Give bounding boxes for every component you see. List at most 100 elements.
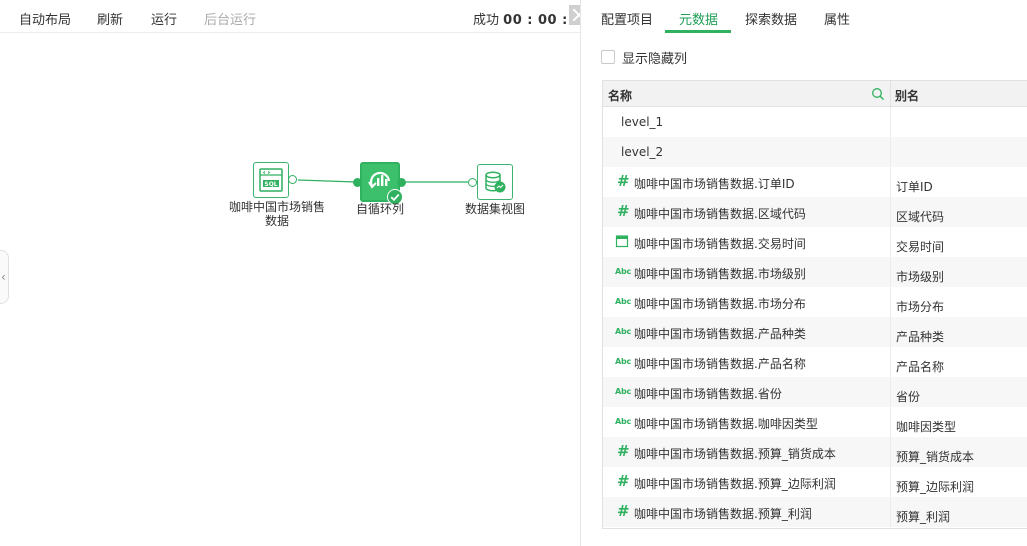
field-alias[interactable]: 省份 (896, 388, 920, 405)
table-row[interactable]: Abc 咖啡中国市场销售数据.产品名称 产品名称 (603, 347, 1027, 377)
tab-explore-data[interactable]: 探索数据 (745, 9, 797, 28)
field-alias[interactable]: 预算_销货成本 (896, 448, 974, 465)
field-alias[interactable]: 交易时间 (896, 238, 944, 255)
flow-canvas[interactable]: ‹ SQL 咖啡中国市场销售 数据 自循环列 数据集视图 (0, 34, 580, 546)
column-divider (890, 137, 891, 167)
text-type-icon: Abc (615, 417, 632, 426)
number-type-icon: # (617, 202, 630, 220)
field-name: 咖啡中国市场销售数据.咖啡因类型 (634, 417, 818, 431)
number-type-icon: # (617, 502, 630, 520)
field-name: 咖啡中国市场销售数据.市场级别 (634, 267, 806, 281)
tab-metadata[interactable]: 元数据 (679, 9, 718, 28)
properties-panel: 配置项目 元数据 探索数据 属性 显示隐藏列 名称 别名 level_1 leve… (580, 0, 1027, 546)
show-hidden-label: 显示隐藏列 (622, 51, 688, 67)
background-run-button[interactable]: 后台运行 (204, 9, 256, 28)
field-name: 咖啡中国市场销售数据.预算_销货成本 (634, 447, 836, 461)
field-alias[interactable]: 市场级别 (896, 268, 944, 285)
column-divider (890, 317, 891, 347)
table-row[interactable]: Abc 咖啡中国市场销售数据.省份 省份 (603, 377, 1027, 407)
sql-source-node[interactable]: SQL (253, 162, 289, 198)
table-row[interactable]: # 咖啡中国市场销售数据.区域代码 区域代码 (603, 197, 1027, 227)
table-row[interactable]: # 咖啡中国市场销售数据.预算_边际利润 预算_边际利润 (603, 467, 1027, 497)
text-type-icon: Abc (615, 267, 632, 276)
text-type-icon: Abc (615, 387, 632, 396)
svg-text:SQL: SQL (264, 181, 277, 188)
run-button[interactable]: 运行 (151, 9, 177, 28)
column-divider (890, 377, 891, 407)
view-node-label-line1: 数据集视图 (464, 202, 525, 216)
table-row[interactable]: level_1 (603, 107, 1027, 137)
flow-toolbar: 自动布局 刷新 运行 后台运行 成功 00 : 00 : 00 (0, 0, 591, 33)
field-name: 咖啡中国市场销售数据.订单ID (634, 177, 795, 191)
view-node-input-port[interactable] (468, 178, 477, 187)
field-alias[interactable]: 预算_边际利润 (896, 478, 974, 495)
edge-source-to-loop (297, 179, 357, 183)
field-name: 咖啡中国市场销售数据.市场分布 (634, 297, 806, 311)
field-name: 咖啡中国市场销售数据.省份 (634, 387, 782, 401)
table-row[interactable]: # 咖啡中国市场销售数据.预算_销货成本 预算_销货成本 (603, 437, 1027, 467)
sql-node-output-port[interactable] (288, 175, 297, 184)
column-divider (890, 227, 891, 257)
field-name: level_2 (621, 145, 664, 159)
dataset-view-icon (485, 171, 506, 193)
tab-properties[interactable]: 属性 (824, 9, 850, 28)
self-loop-node[interactable] (360, 162, 403, 205)
table-row[interactable]: Abc 咖啡中国市场销售数据.市场分布 市场分布 (603, 287, 1027, 317)
loop-node-input-port[interactable] (353, 178, 362, 187)
field-name: 咖啡中国市场销售数据.区域代码 (634, 207, 806, 221)
sql-icon: SQL (259, 168, 283, 192)
search-icon[interactable] (871, 87, 885, 101)
table-row[interactable]: 咖啡中国市场销售数据.交易时间 交易时间 (603, 227, 1027, 257)
field-alias[interactable]: 市场分布 (896, 298, 944, 315)
active-tab-indicator (665, 30, 731, 33)
field-alias[interactable]: 产品种类 (896, 328, 944, 345)
sql-node-label-line1: 咖啡中国市场销售 (228, 200, 325, 214)
column-divider (890, 107, 891, 137)
field-alias[interactable]: 区域代码 (896, 208, 944, 225)
field-name: 咖啡中国市场销售数据.预算_利润 (634, 507, 812, 521)
table-row[interactable]: Abc 咖啡中国市场销售数据.咖啡因类型 咖啡因类型 (603, 407, 1027, 437)
table-body: level_1 level_2 # 咖啡中国市场销售数据.订单ID 订单ID # 咖啡中国市… (603, 107, 1027, 527)
table-row[interactable]: Abc 咖啡中国市场销售数据.市场级别 市场级别 (603, 257, 1027, 287)
table-row[interactable]: level_2 (603, 137, 1027, 167)
show-hidden-columns-toggle[interactable]: 显示隐藏列 (601, 49, 688, 67)
refresh-button[interactable]: 刷新 (97, 9, 123, 28)
loop-node-output-port[interactable] (397, 178, 406, 187)
metadata-table: 名称 别名 level_1 level_2 # 咖啡中国市场销售数据.订单ID 订单ID… (602, 80, 1027, 529)
field-alias[interactable]: 预算_利润 (896, 508, 950, 525)
date-type-icon (615, 234, 631, 250)
column-header-name: 名称 (608, 89, 633, 103)
table-row[interactable]: Abc 咖啡中国市场销售数据.产品种类 产品种类 (603, 317, 1027, 347)
table-row[interactable]: # 咖啡中国市场销售数据.预算_利润 预算_利润 (603, 497, 1027, 527)
sql-node-label: 咖啡中国市场销售 数据 (224, 200, 330, 228)
number-type-icon: # (617, 472, 630, 490)
auto-layout-button[interactable]: 自动布局 (19, 9, 71, 28)
column-divider (890, 167, 891, 197)
field-name: 咖啡中国市场销售数据.产品种类 (634, 327, 806, 341)
field-name: level_1 (621, 115, 664, 129)
tab-config[interactable]: 配置项目 (601, 9, 653, 28)
panel-tabs: 配置项目 元数据 探索数据 属性 (581, 0, 1027, 33)
table-row[interactable]: # 咖啡中国市场销售数据.订单ID 订单ID (603, 167, 1027, 197)
sql-node-label-line2: 数据 (264, 214, 289, 228)
field-alias[interactable]: 产品名称 (896, 358, 944, 375)
field-alias[interactable]: 咖啡因类型 (896, 418, 956, 435)
field-name: 咖啡中国市场销售数据.预算_边际利润 (634, 477, 836, 491)
column-divider (890, 467, 891, 497)
view-node-label: 数据集视图 (450, 202, 540, 216)
column-divider (890, 257, 891, 287)
loop-node-label-line1: 自循环列 (355, 202, 404, 216)
status-label: 成功 (473, 13, 500, 28)
field-alias[interactable]: 订单ID (896, 178, 933, 195)
text-type-icon: Abc (615, 357, 632, 366)
column-divider (890, 347, 891, 377)
column-divider (890, 497, 891, 527)
field-name: 咖啡中国市场销售数据.交易时间 (634, 237, 806, 251)
column-divider (890, 437, 891, 467)
show-hidden-checkbox[interactable] (601, 50, 615, 64)
column-divider (890, 287, 891, 317)
text-type-icon: Abc (615, 327, 632, 336)
text-type-icon: Abc (615, 297, 632, 306)
table-header: 名称 别名 (603, 81, 1027, 107)
dataset-view-node[interactable] (477, 164, 513, 200)
